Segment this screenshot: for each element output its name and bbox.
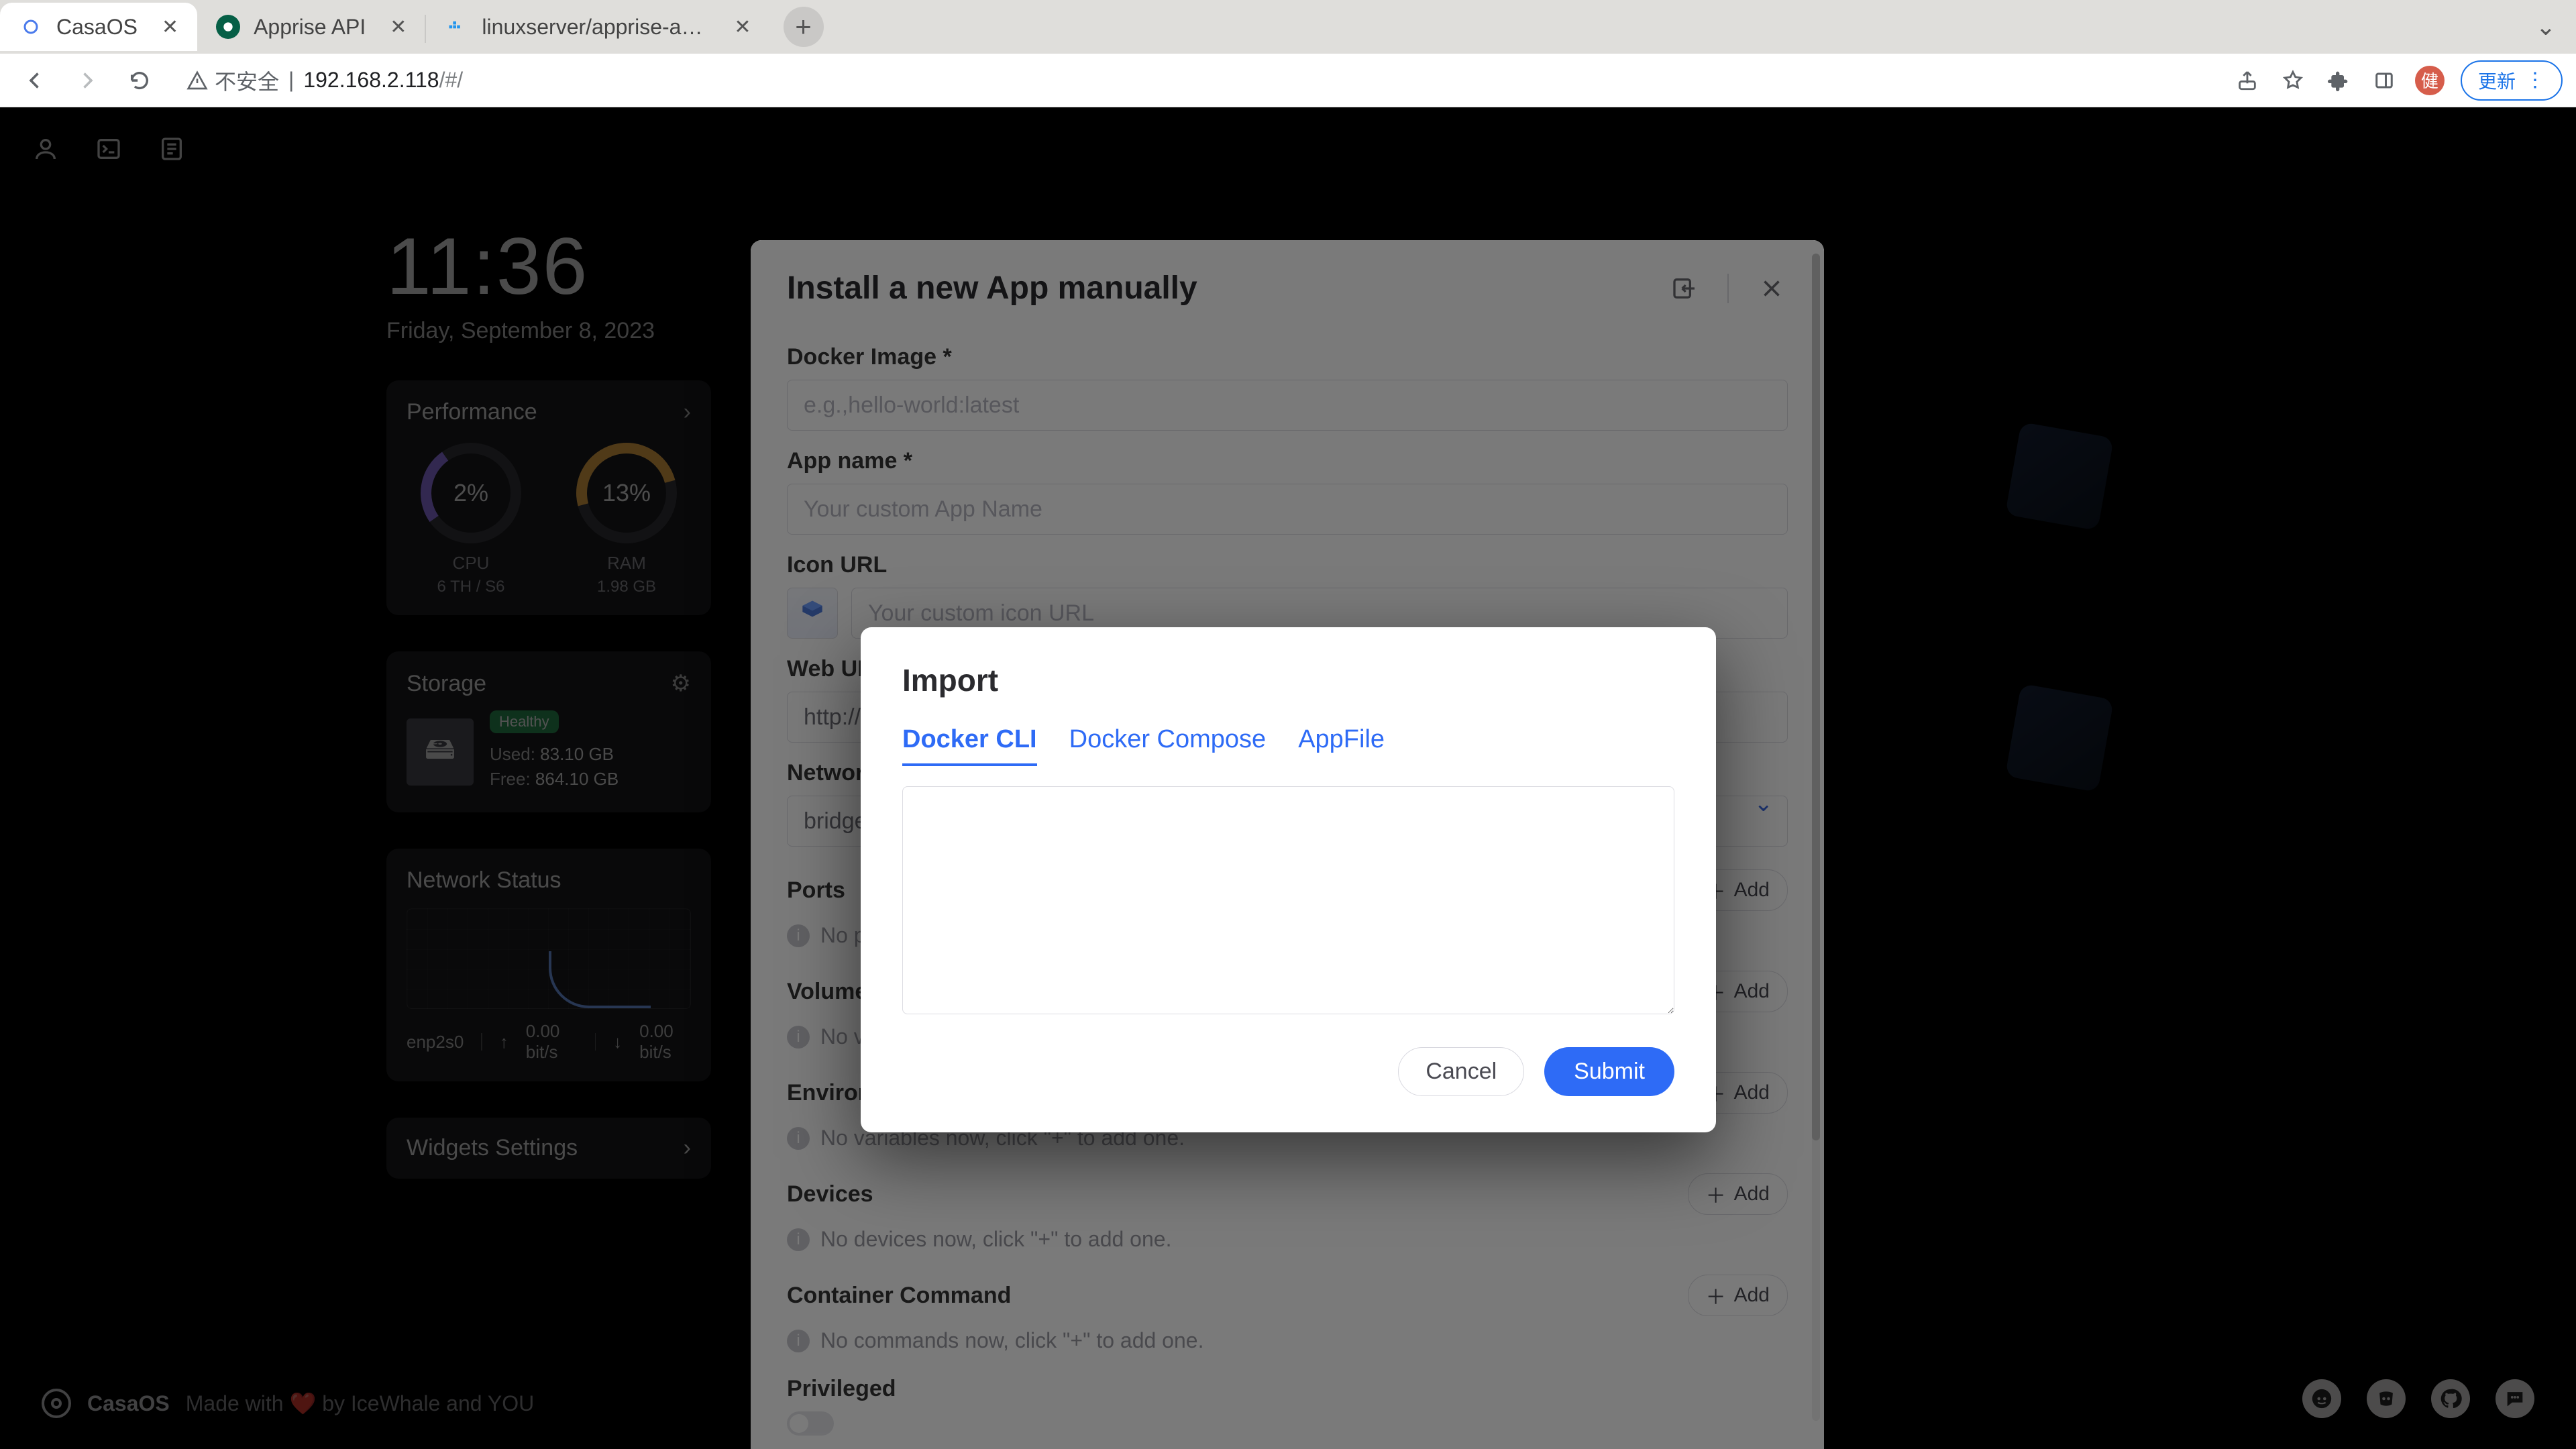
url-host: 192.168.2.118 [303, 68, 439, 93]
sidepanel-icon[interactable] [2369, 66, 2399, 95]
nav-back-button[interactable] [13, 59, 56, 102]
insecure-icon [186, 70, 208, 91]
addr-sep: | [288, 68, 294, 93]
bookmark-star-icon[interactable] [2278, 66, 2308, 95]
import-title: Import [902, 662, 1674, 698]
browser-update-button[interactable]: 更新 ⋮ [2461, 60, 2563, 101]
tab-apprise[interactable]: Apprise API ✕ [197, 3, 425, 51]
import-modal: Import Docker CLI Docker Compose AppFile… [861, 627, 1716, 1132]
favicon-casaos [19, 15, 43, 39]
browser-toolbar: 不安全 | 192.168.2.118/#/ 健 更新 ⋮ [0, 54, 2576, 107]
tab-label: CasaOS [56, 15, 138, 40]
tab-docker-compose[interactable]: Docker Compose [1069, 725, 1267, 766]
close-icon[interactable]: ✕ [390, 15, 407, 39]
avatar-initial: 健 [2421, 68, 2438, 93]
tab-docker-cli[interactable]: Docker CLI [902, 725, 1037, 766]
update-label: 更新 [2478, 67, 2516, 94]
close-icon[interactable]: ✕ [734, 15, 751, 39]
share-icon[interactable] [2233, 66, 2262, 95]
new-tab-button[interactable]: + [784, 7, 824, 47]
tab-docker[interactable]: linuxserver/apprise-api - Dock… ✕ [425, 3, 769, 51]
nav-forward-button [66, 59, 109, 102]
import-textarea[interactable] [902, 786, 1674, 1014]
profile-avatar[interactable]: 健 [2415, 66, 2445, 95]
address-bar[interactable]: 不安全 | 192.168.2.118/#/ [170, 60, 2223, 101]
tab-label: linuxserver/apprise-api - Dock… [482, 15, 710, 40]
tab-label: Apprise API [254, 15, 366, 40]
insecure-label: 不安全 [215, 65, 279, 96]
app-viewport: 11:36 Friday, September 8, 2023 Performa… [0, 107, 2576, 1449]
tab-appfile[interactable]: AppFile [1298, 725, 1385, 766]
nav-reload-button[interactable] [118, 59, 161, 102]
browser-chrome: CasaOS ✕ Apprise API ✕ linuxserver/appri… [0, 0, 2576, 107]
tab-strip: CasaOS ✕ Apprise API ✕ linuxserver/appri… [0, 0, 2576, 54]
extensions-icon[interactable] [2324, 66, 2353, 95]
tab-casaos[interactable]: CasaOS ✕ [0, 3, 197, 51]
close-icon[interactable]: ✕ [162, 15, 178, 39]
toolbar-right: 健 更新 ⋮ [2233, 60, 2563, 101]
url-path: /#/ [439, 68, 464, 93]
tabs-chevron-down-icon[interactable]: ⌄ [2536, 13, 2556, 41]
favicon-apprise [216, 15, 240, 39]
cancel-button[interactable]: Cancel [1398, 1047, 1524, 1096]
favicon-docker [444, 15, 468, 39]
submit-button[interactable]: Submit [1544, 1047, 1674, 1096]
import-tabs: Docker CLI Docker Compose AppFile [902, 725, 1674, 766]
kebab-icon: ⋮ [2525, 68, 2545, 92]
